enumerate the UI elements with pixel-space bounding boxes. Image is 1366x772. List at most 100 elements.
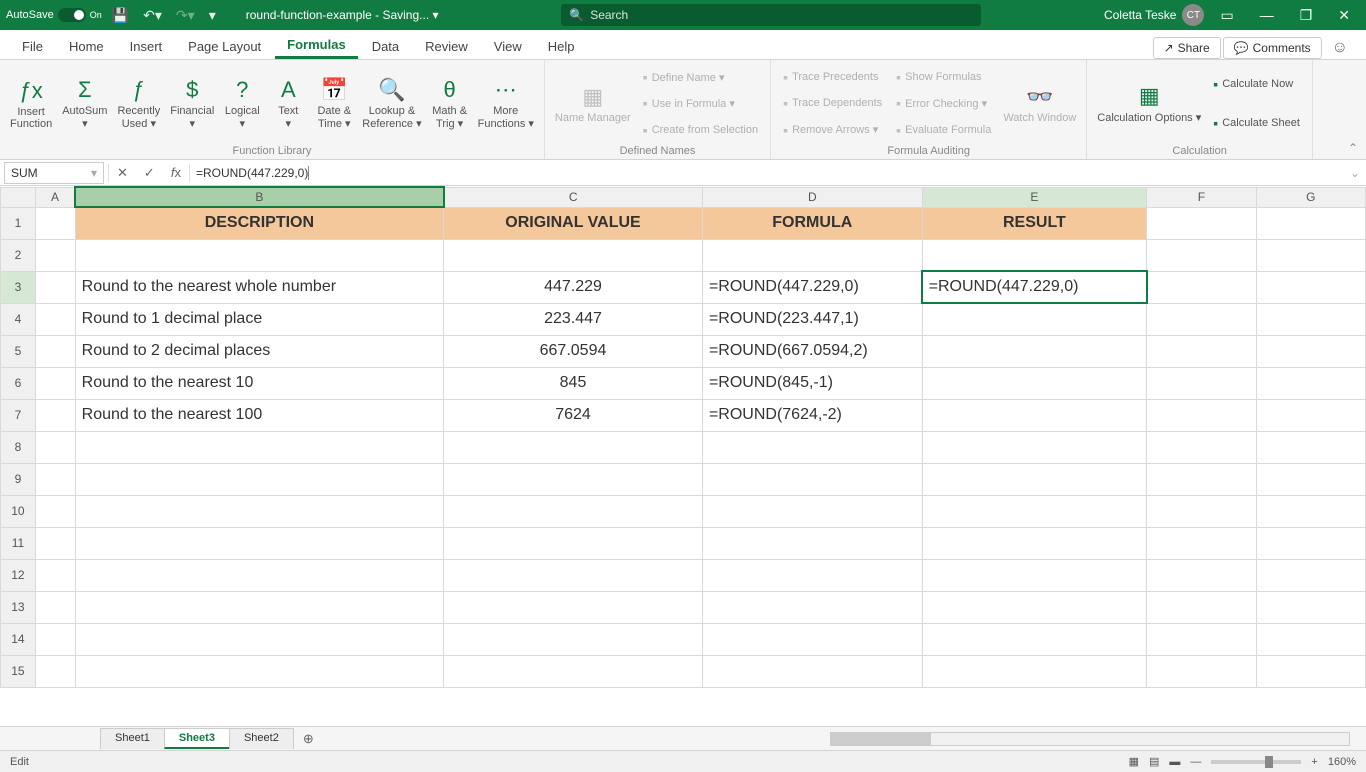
- cell-D5[interactable]: =ROUND(667.0594,2): [702, 335, 922, 367]
- sheet-tab-sheet1[interactable]: Sheet1: [100, 728, 165, 749]
- ribbon-insert[interactable]: ƒxInsertFunction: [6, 64, 56, 143]
- cell-D1[interactable]: FORMULA: [702, 207, 922, 239]
- cell-C13[interactable]: [444, 591, 703, 623]
- chevron-down-icon[interactable]: ▾: [91, 166, 97, 180]
- ribbon-text[interactable]: AText▾: [266, 64, 310, 143]
- cell-C15[interactable]: [444, 655, 703, 687]
- cell-G9[interactable]: [1256, 463, 1365, 495]
- row-header-11[interactable]: 11: [1, 527, 36, 559]
- user-account[interactable]: Coletta Teske CT: [1104, 4, 1205, 26]
- cell-F1[interactable]: [1147, 207, 1256, 239]
- fx-icon[interactable]: fx: [163, 165, 189, 180]
- close-icon[interactable]: ✕: [1328, 3, 1360, 28]
- view-pagebreak-icon[interactable]: ▬: [1169, 756, 1180, 768]
- cell-D4[interactable]: =ROUND(223.447,1): [702, 303, 922, 335]
- zoom-out-icon[interactable]: —: [1190, 756, 1201, 768]
- cell-A11[interactable]: [35, 527, 75, 559]
- column-header-F[interactable]: F: [1147, 187, 1256, 207]
- search-input[interactable]: 🔍 Search: [561, 4, 981, 26]
- cell-C3[interactable]: 447.229: [444, 271, 703, 303]
- name-box[interactable]: SUM▾: [4, 162, 104, 184]
- formula-input[interactable]: =ROUND(447.229,0): [190, 162, 1344, 184]
- save-icon[interactable]: 💾: [108, 7, 133, 24]
- ribbon-more[interactable]: ⋯MoreFunctions ▾: [474, 64, 538, 143]
- cell-F13[interactable]: [1147, 591, 1256, 623]
- cell-C11[interactable]: [444, 527, 703, 559]
- cell-G15[interactable]: [1256, 655, 1365, 687]
- cell-C14[interactable]: [444, 623, 703, 655]
- cell-G3[interactable]: [1256, 271, 1365, 303]
- cell-F12[interactable]: [1147, 559, 1256, 591]
- view-normal-icon[interactable]: ▦: [1129, 755, 1139, 768]
- cell-E3[interactable]: =ROUND(447.229,0): [922, 271, 1147, 303]
- cell-D15[interactable]: [702, 655, 922, 687]
- cell-F8[interactable]: [1147, 431, 1256, 463]
- cell-A10[interactable]: [35, 495, 75, 527]
- cell-G8[interactable]: [1256, 431, 1365, 463]
- tab-help[interactable]: Help: [536, 33, 587, 58]
- cell-C8[interactable]: [444, 431, 703, 463]
- cell-G12[interactable]: [1256, 559, 1365, 591]
- row-header-15[interactable]: 15: [1, 655, 36, 687]
- cell-A4[interactable]: [35, 303, 75, 335]
- cell-B3[interactable]: Round to the nearest whole number: [75, 271, 443, 303]
- row-header-14[interactable]: 14: [1, 623, 36, 655]
- cell-F7[interactable]: [1147, 399, 1256, 431]
- cell-G14[interactable]: [1256, 623, 1365, 655]
- row-header-4[interactable]: 4: [1, 303, 36, 335]
- zoom-level[interactable]: 160%: [1328, 756, 1356, 768]
- comments-button[interactable]: 💬Comments: [1223, 37, 1322, 59]
- cell-E13[interactable]: [922, 591, 1147, 623]
- column-header-A[interactable]: A: [35, 187, 75, 207]
- cell-C10[interactable]: [444, 495, 703, 527]
- cell-B10[interactable]: [75, 495, 443, 527]
- cell-E5[interactable]: [922, 335, 1147, 367]
- ribbon-logical[interactable]: ?Logical▾: [220, 64, 264, 143]
- cell-B15[interactable]: [75, 655, 443, 687]
- cell-A12[interactable]: [35, 559, 75, 591]
- cell-F10[interactable]: [1147, 495, 1256, 527]
- ribbon-calculate-now[interactable]: ▪Calculate Now: [1207, 74, 1306, 94]
- cell-D6[interactable]: =ROUND(845,-1): [702, 367, 922, 399]
- cell-F14[interactable]: [1147, 623, 1256, 655]
- cell-F9[interactable]: [1147, 463, 1256, 495]
- tab-view[interactable]: View: [482, 33, 534, 58]
- redo-icon[interactable]: ↷▾: [172, 7, 199, 24]
- row-header-10[interactable]: 10: [1, 495, 36, 527]
- cell-C9[interactable]: [444, 463, 703, 495]
- cell-D10[interactable]: [702, 495, 922, 527]
- cell-B7[interactable]: Round to the nearest 100: [75, 399, 443, 431]
- row-header-6[interactable]: 6: [1, 367, 36, 399]
- cell-F15[interactable]: [1147, 655, 1256, 687]
- cell-B14[interactable]: [75, 623, 443, 655]
- tab-review[interactable]: Review: [413, 33, 480, 58]
- ribbon-date--[interactable]: 📅Date &Time ▾: [312, 64, 356, 143]
- zoom-in-icon[interactable]: +: [1311, 756, 1317, 768]
- cell-A6[interactable]: [35, 367, 75, 399]
- cell-G6[interactable]: [1256, 367, 1365, 399]
- collapse-ribbon-icon[interactable]: ⌃: [1340, 60, 1366, 159]
- cell-F5[interactable]: [1147, 335, 1256, 367]
- ribbon-lookup--[interactable]: 🔍Lookup &Reference ▾: [358, 64, 425, 143]
- row-header-9[interactable]: 9: [1, 463, 36, 495]
- row-header-3[interactable]: 3: [1, 271, 36, 303]
- cell-G7[interactable]: [1256, 399, 1365, 431]
- cell-F3[interactable]: [1147, 271, 1256, 303]
- cell-D8[interactable]: [702, 431, 922, 463]
- column-header-E[interactable]: E: [922, 187, 1147, 207]
- cell-D13[interactable]: [702, 591, 922, 623]
- ribbon-math--[interactable]: θMath &Trig ▾: [428, 64, 472, 143]
- column-header-G[interactable]: G: [1256, 187, 1365, 207]
- calculation-options-button[interactable]: ▦Calculation Options ▾: [1093, 64, 1205, 143]
- cell-B2[interactable]: [75, 239, 443, 271]
- row-header-7[interactable]: 7: [1, 399, 36, 431]
- cell-G4[interactable]: [1256, 303, 1365, 335]
- ribbon-recently[interactable]: ƒRecentlyUsed ▾: [113, 64, 164, 143]
- row-header-5[interactable]: 5: [1, 335, 36, 367]
- cell-A13[interactable]: [35, 591, 75, 623]
- minimize-icon[interactable]: —: [1250, 3, 1284, 27]
- cell-G13[interactable]: [1256, 591, 1365, 623]
- cell-D3[interactable]: =ROUND(447.229,0): [702, 271, 922, 303]
- cell-F4[interactable]: [1147, 303, 1256, 335]
- cell-F6[interactable]: [1147, 367, 1256, 399]
